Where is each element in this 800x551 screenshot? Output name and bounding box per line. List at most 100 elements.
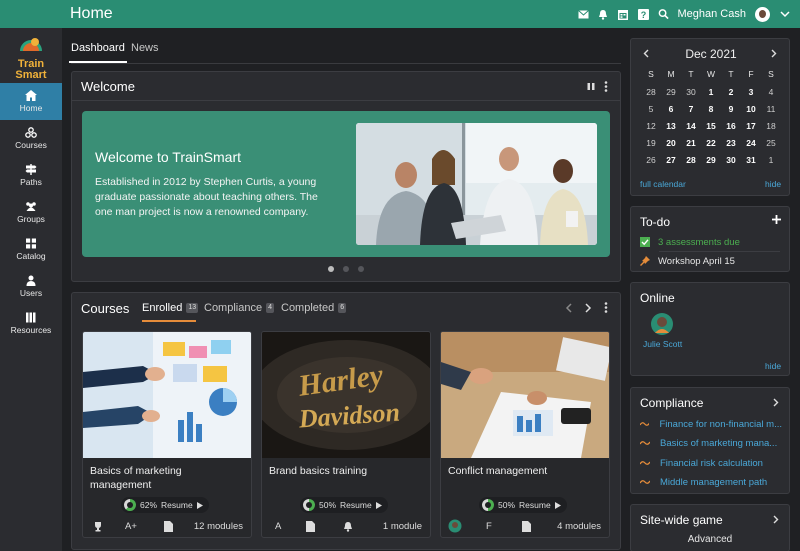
- calendar-day[interactable]: 23: [721, 138, 741, 148]
- books-icon: [26, 312, 36, 323]
- calendar-day[interactable]: 14: [681, 121, 701, 131]
- carousel-dot[interactable]: [358, 266, 364, 272]
- sidebar-item-resources[interactable]: Resources: [0, 305, 62, 342]
- calendar-day[interactable]: 25: [761, 138, 781, 148]
- calendar-day[interactable]: 10: [741, 104, 761, 114]
- calendar-weekday: S: [648, 69, 654, 79]
- logo[interactable]: Train Smart: [10, 34, 52, 81]
- calendar-day[interactable]: 22: [701, 138, 721, 148]
- online-user-name[interactable]: Julie Scott: [643, 339, 682, 349]
- todo-item[interactable]: Workshop April 15: [640, 252, 782, 270]
- calendar-day[interactable]: 2: [721, 87, 741, 97]
- calendar-day[interactable]: 30: [681, 87, 701, 97]
- chevron-left-icon[interactable]: [565, 303, 572, 316]
- calendar-day[interactable]: 24: [741, 138, 761, 148]
- calendar-day[interactable]: 7: [681, 104, 701, 114]
- calendar-day[interactable]: 17: [741, 121, 761, 131]
- course-card[interactable]: Harley Davidson Brand basics training 50…: [261, 331, 431, 538]
- chevron-right-icon[interactable]: [773, 515, 779, 527]
- calendar-day[interactable]: 30: [721, 155, 741, 165]
- tab-news[interactable]: News: [131, 42, 159, 54]
- calendar-day[interactable]: 31: [741, 155, 761, 165]
- resume-button[interactable]: 62% Resume: [121, 497, 209, 513]
- hide-online-link[interactable]: hide: [765, 361, 781, 371]
- module-count: 1 module: [382, 521, 422, 532]
- sidebar-item-paths[interactable]: Paths: [0, 157, 62, 194]
- sidebar-item-courses[interactable]: Courses: [0, 120, 62, 157]
- carousel-dot[interactable]: [343, 266, 349, 272]
- bell-icon[interactable]: [598, 9, 609, 20]
- add-icon[interactable]: [772, 215, 781, 227]
- calendar-day[interactable]: 1: [761, 155, 781, 165]
- chevron-right-icon[interactable]: [773, 398, 779, 410]
- trophy-icon: [95, 522, 101, 532]
- more-icon[interactable]: [604, 81, 608, 95]
- calendar-day[interactable]: 27: [661, 155, 681, 165]
- tab-label: Enrolled: [142, 302, 183, 314]
- course-card[interactable]: Basics of marketing management 62% Resum…: [82, 331, 252, 538]
- calendar-day[interactable]: 19: [641, 138, 661, 148]
- user-name[interactable]: Meghan Cash: [678, 8, 747, 20]
- game-panel: Site-wide game Advanced: [630, 504, 790, 551]
- pin-icon: [640, 256, 650, 266]
- calendar-day[interactable]: 1: [701, 87, 721, 97]
- user-avatar[interactable]: [755, 6, 770, 22]
- tab-completed[interactable]: Completed 6: [281, 302, 347, 314]
- calendar-day[interactable]: 5: [641, 104, 661, 114]
- tab-enrolled[interactable]: Enrolled 13: [142, 302, 199, 314]
- sidebar-item-groups[interactable]: Groups: [0, 194, 62, 231]
- calendar-day[interactable]: 28: [681, 155, 701, 165]
- online-user-avatar[interactable]: [651, 313, 673, 335]
- carousel-dot[interactable]: [328, 266, 334, 272]
- calendar-day[interactable]: 11: [761, 104, 781, 114]
- more-icon[interactable]: [604, 302, 608, 316]
- calendar-day[interactable]: 3: [741, 87, 761, 97]
- calendar-day[interactable]: 20: [661, 138, 681, 148]
- calendar-day[interactable]: 9: [721, 101, 741, 115]
- full-calendar-link[interactable]: full calendar: [640, 179, 686, 189]
- help-icon[interactable]: ?: [637, 8, 649, 20]
- online-title: Online: [640, 291, 675, 305]
- chevron-right-icon[interactable]: [585, 303, 592, 316]
- calendar-day[interactable]: 15: [701, 121, 721, 131]
- calendar-day[interactable]: 16: [721, 121, 741, 131]
- search-icon[interactable]: [658, 9, 669, 20]
- resume-button[interactable]: 50% Resume: [300, 497, 388, 513]
- calendar-day[interactable]: 26: [641, 155, 661, 165]
- calendar-day[interactable]: 12: [641, 121, 661, 131]
- calendar-day[interactable]: 13: [661, 121, 681, 131]
- compliance-item[interactable]: Middle management path: [640, 473, 782, 491]
- calendar-day[interactable]: 21: [681, 138, 701, 148]
- wave-icon: [640, 461, 650, 465]
- tab-compliance[interactable]: Compliance 4: [204, 302, 274, 314]
- calendar-day[interactable]: 28: [641, 87, 661, 97]
- sidebar-item-catalog[interactable]: Catalog: [0, 231, 62, 268]
- resume-label: Resume: [340, 500, 372, 510]
- calendar-day[interactable]: 29: [701, 155, 721, 165]
- compliance-item[interactable]: Financial risk calculation: [640, 454, 782, 472]
- calendar-day[interactable]: 6: [661, 104, 681, 114]
- compliance-item[interactable]: Finance for non-financial m...: [640, 415, 782, 433]
- resume-button[interactable]: 50% Resume: [479, 497, 567, 513]
- sidebar: Train Smart Home Courses Paths Groups Ca…: [0, 28, 62, 551]
- sidebar-item-label: Resources: [10, 325, 52, 335]
- tab-dashboard[interactable]: Dashboard: [69, 42, 127, 63]
- todo-item[interactable]: 3 assessments due: [640, 233, 782, 251]
- chevron-right-icon[interactable]: [771, 49, 777, 61]
- calendar-icon[interactable]: [618, 9, 629, 20]
- sidebar-item-users[interactable]: Users: [0, 268, 62, 305]
- compliance-item[interactable]: Basics of marketing mana...: [640, 434, 782, 452]
- calendar-day[interactable]: 18: [761, 121, 781, 131]
- grade-text: F: [486, 521, 492, 532]
- pause-icon[interactable]: [587, 82, 595, 94]
- calendar-day[interactable]: 29: [661, 87, 681, 97]
- sidebar-item-home[interactable]: Home: [0, 83, 62, 120]
- chevron-down-icon[interactable]: [779, 9, 790, 20]
- calendar-day[interactable]: 4: [761, 87, 781, 97]
- progress-label: 50%: [498, 500, 516, 510]
- hide-calendar-link[interactable]: hide: [765, 179, 781, 189]
- welcome-team-photo: [356, 123, 597, 245]
- mail-icon[interactable]: [577, 9, 589, 20]
- calendar-day[interactable]: 8: [701, 104, 721, 114]
- course-card[interactable]: Conflict management 50% Resume F 4 modul…: [440, 331, 610, 538]
